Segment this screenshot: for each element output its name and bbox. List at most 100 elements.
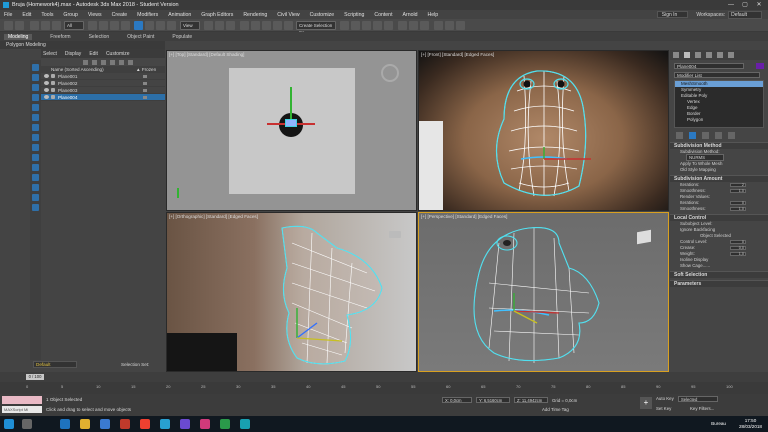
3dsmax-taskbar-icon[interactable]: [160, 419, 170, 429]
select-and-scale-icon[interactable]: [156, 21, 165, 30]
menu-animation[interactable]: Animation: [168, 12, 191, 18]
display-all-icon[interactable]: [32, 184, 39, 191]
app-icon[interactable]: [200, 419, 210, 429]
keyboard-shortcut-icon[interactable]: [226, 21, 235, 30]
hierarchy-tab-icon[interactable]: [695, 52, 701, 58]
time-slider[interactable]: 0 / 100: [26, 374, 44, 380]
viewport-perspective[interactable]: [+] [Perspective] [Standard] [Edged Face…: [418, 212, 669, 372]
menu-edit[interactable]: Edit: [22, 12, 31, 18]
crease-spinner[interactable]: 0,0: [730, 246, 746, 250]
pin-stack-icon[interactable]: [676, 131, 683, 139]
menu-help[interactable]: Help: [428, 12, 439, 18]
pivot-center-icon[interactable]: [204, 21, 213, 30]
iterations-spinner[interactable]: 2: [730, 183, 746, 187]
spinner-snap-icon[interactable]: [273, 21, 282, 30]
viewport-label-perspective[interactable]: [+] [Perspective] [Standard] [Edged Face…: [421, 214, 507, 219]
scene-tab-edit[interactable]: Edit: [89, 51, 98, 57]
app-icon[interactable]: [240, 419, 250, 429]
list-item-selected[interactable]: Plane004: [41, 94, 165, 101]
viewcube-icon[interactable]: [389, 231, 401, 238]
edit-named-sets-icon[interactable]: [284, 21, 293, 30]
display-cameras-icon[interactable]: [32, 94, 39, 101]
menu-scripting[interactable]: Scripting: [344, 12, 364, 18]
snaps-toggle-icon[interactable]: [240, 21, 249, 30]
column-name-header[interactable]: Name (Sorted Ascending): [41, 67, 136, 72]
add-time-tag-button[interactable]: Add Time Tag: [542, 407, 569, 412]
scene-tab-customize[interactable]: Customize: [106, 51, 130, 57]
make-unique-icon[interactable]: [702, 131, 709, 139]
object-name-field[interactable]: Plane004: [674, 63, 744, 69]
display-none-icon[interactable]: [32, 194, 39, 201]
menu-rendering[interactable]: Rendering: [243, 12, 267, 18]
rollout-subdivision-method[interactable]: Subdivision Method: [670, 142, 768, 149]
taskbar-clock[interactable]: 17:50 28/03/2018: [739, 418, 762, 430]
rollout-parameters[interactable]: Parameters: [670, 280, 768, 287]
weight-spinner[interactable]: 1,0: [730, 252, 746, 256]
visibility-eye-icon[interactable]: [44, 95, 49, 99]
viewport-top[interactable]: [+] [Top] [Standard] [Default Shading]: [166, 50, 417, 211]
funnel-icon[interactable]: [92, 59, 97, 65]
select-and-move-icon[interactable]: [134, 21, 143, 30]
sign-in-button[interactable]: Sign In: [656, 11, 689, 18]
viewport-label-orthographic[interactable]: [+] [Orthographic] [Standard] [Edged Fac…: [169, 214, 258, 219]
windows-start-icon[interactable]: [4, 419, 14, 429]
list-item[interactable]: Plane003: [41, 87, 165, 94]
list-item[interactable]: Plane002: [41, 80, 165, 87]
link-icon[interactable]: [30, 21, 39, 30]
menu-content[interactable]: Content: [374, 12, 392, 18]
maximize-button[interactable]: ▢: [738, 0, 752, 10]
bind-space-warp-icon[interactable]: [52, 21, 61, 30]
display-geometry-icon[interactable]: [32, 64, 39, 71]
menu-create[interactable]: Create: [112, 12, 128, 18]
menu-modifiers[interactable]: Modifiers: [137, 12, 158, 18]
column-frozen-header[interactable]: ▲ Frozen: [136, 67, 156, 72]
display-lights-icon[interactable]: [32, 84, 39, 91]
z-coordinate-field[interactable]: Z: 11,4942cm: [514, 397, 548, 403]
minimize-button[interactable]: —: [724, 0, 738, 10]
ribbon-subtitle[interactable]: Polygon Modeling: [0, 41, 165, 49]
set-key-button[interactable]: Set Key: [656, 406, 671, 411]
menu-tools[interactable]: Tools: [41, 12, 53, 18]
menu-views[interactable]: Views: [88, 12, 102, 18]
create-tab-icon[interactable]: [673, 52, 679, 58]
rollout-subdivision-amount[interactable]: Subdivision Amount: [670, 175, 768, 182]
frozen-icon[interactable]: [143, 95, 147, 99]
menu-customize[interactable]: Customize: [310, 12, 335, 18]
search-icon[interactable]: [22, 419, 32, 429]
material-editor-icon[interactable]: [420, 21, 429, 30]
display-containers-icon[interactable]: [32, 154, 39, 161]
modifier-list-dropdown[interactable]: Modifier List: [674, 72, 760, 78]
menu-group[interactable]: Group: [63, 12, 77, 18]
track-bar[interactable]: 0 5 10 15 20 25 30 35 40 45 50 55 60 65 …: [0, 382, 768, 394]
tab-freeform[interactable]: Freeform: [50, 34, 70, 40]
display-shapes-icon[interactable]: [32, 74, 39, 81]
list-item[interactable]: Plane001: [41, 73, 165, 80]
close-button[interactable]: ✕: [752, 0, 766, 10]
render-production-icon[interactable]: [456, 21, 465, 30]
render-smoothness-spinner[interactable]: 1.0: [730, 207, 746, 211]
align-icon[interactable]: [351, 21, 360, 30]
rendered-frame-window-icon[interactable]: [445, 21, 454, 30]
window-crossing-icon[interactable]: [121, 21, 130, 30]
stack-item-polygon[interactable]: Polygon: [675, 117, 763, 123]
maxscript-listener-pink[interactable]: [2, 396, 42, 404]
control-level-spinner[interactable]: 0: [730, 240, 746, 244]
menu-civil-view[interactable]: Civil View: [277, 12, 299, 18]
menu-graph-editors[interactable]: Graph Editors: [201, 12, 233, 18]
render-setup-icon[interactable]: [434, 21, 443, 30]
reference-coordinate-dropdown[interactable]: View: [180, 21, 200, 30]
curve-editor-icon[interactable]: [398, 21, 407, 30]
layer-explorer-icon[interactable]: [373, 21, 382, 30]
redo-icon[interactable]: [15, 21, 24, 30]
show-cage-checkbox[interactable]: Show Cage......: [670, 263, 768, 269]
set-key-plus-icon[interactable]: +: [640, 397, 652, 409]
angle-snap-icon[interactable]: [251, 21, 260, 30]
key-mode-dropdown[interactable]: Selected: [678, 396, 718, 402]
office-icon[interactable]: [120, 419, 130, 429]
menu-file[interactable]: File: [4, 12, 12, 18]
undo-icon[interactable]: [4, 21, 13, 30]
unlink-icon[interactable]: [41, 21, 50, 30]
display-tab-icon[interactable]: [717, 52, 723, 58]
selection-filter-dropdown[interactable]: All: [64, 21, 84, 30]
motion-tab-icon[interactable]: [706, 52, 712, 58]
